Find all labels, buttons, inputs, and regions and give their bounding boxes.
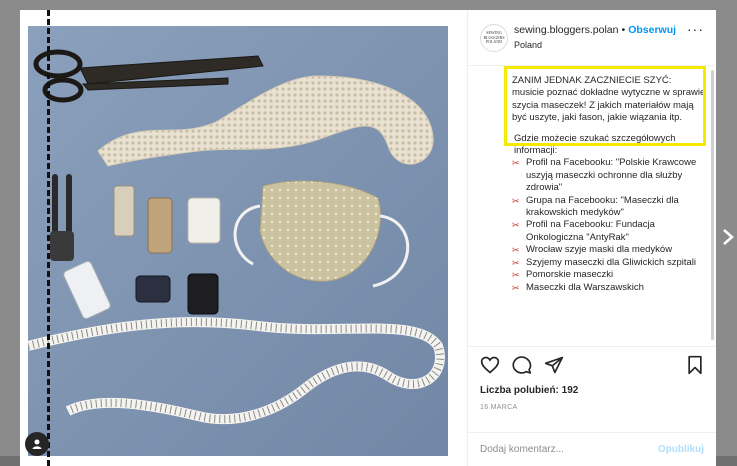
- avatar[interactable]: SEWING BLOGGERS POLAND: [480, 24, 508, 52]
- list-item: ✂ Szyjemy maseczki dla Gliwickich szpital…: [512, 256, 696, 268]
- scrollbar[interactable]: [711, 70, 714, 340]
- heart-icon[interactable]: [480, 355, 500, 380]
- comment-input[interactable]: [480, 444, 658, 455]
- scissors-icon: ✂: [512, 270, 520, 281]
- post-photo[interactable]: [20, 10, 467, 466]
- location-link[interactable]: Poland: [514, 39, 676, 52]
- likes-count[interactable]: Liczba polubień: 192: [480, 385, 704, 396]
- list-item: ✂ Profil na Facebooku: "Polskie Krawcowe …: [512, 157, 697, 194]
- scissors-icon: ✂: [512, 195, 520, 206]
- list-item: ✂ Pomorskie maseczki: [512, 269, 614, 281]
- scissors-icon: ✂: [512, 257, 520, 268]
- chevron-right-icon[interactable]: [722, 228, 734, 249]
- caption-area[interactable]: ZANIM JEDNAK ZACZNIECIE SZYĆ: musicie po…: [468, 66, 716, 346]
- scissors-icon: ✂: [512, 158, 520, 169]
- scissors-icon: ✂: [512, 220, 520, 231]
- post-date[interactable]: 16 MARCA: [480, 404, 704, 411]
- share-icon[interactable]: [544, 355, 564, 380]
- list-item: ✂ Profil na Facebooku: Fundacja Onkologic…: [512, 219, 655, 243]
- publish-button[interactable]: Opublikuj: [658, 444, 704, 455]
- post-modal: SEWING BLOGGERS POLAND sewing.bloggers.p…: [20, 10, 716, 466]
- post-actions: Liczba polubień: 192 16 MARCA: [468, 346, 716, 432]
- follow-button[interactable]: Obserwuj: [628, 24, 676, 37]
- comment-form: Opublikuj: [468, 432, 716, 466]
- list-item: ✂ Wrocław szyje maski dla medyków: [512, 244, 673, 256]
- separator-dot: •: [621, 24, 626, 36]
- highlight-box: [504, 66, 706, 146]
- list-item: ✂ Grupa na Facebooku: "Maseczki dla krako…: [512, 194, 679, 219]
- bookmark-icon[interactable]: [686, 355, 704, 380]
- username-link[interactable]: sewing.bloggers.polan: [514, 24, 619, 37]
- post-header: SEWING BLOGGERS POLAND sewing.bloggers.p…: [468, 10, 716, 66]
- scissors-icon: ✂: [512, 282, 520, 293]
- comment-icon[interactable]: [512, 355, 532, 380]
- user-tag-icon[interactable]: [25, 432, 49, 456]
- dashed-divider: [47, 10, 50, 466]
- more-icon[interactable]: ···: [687, 22, 704, 36]
- list-item: ✂ Maseczki dla Warszawskich: [512, 281, 644, 293]
- post-sidebar: SEWING BLOGGERS POLAND sewing.bloggers.p…: [467, 10, 716, 466]
- scissors-icon: ✂: [512, 245, 520, 256]
- photo-image: [28, 26, 448, 456]
